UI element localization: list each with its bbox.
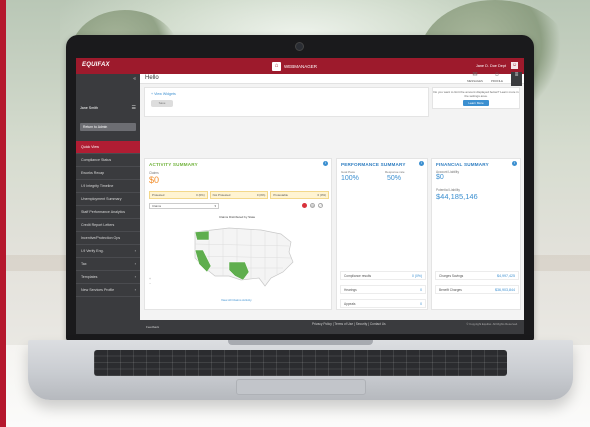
goal-pace-label: Goal Pace [341,170,356,174]
more-icon: ≡ [514,72,519,78]
map-tools: ⚙ ⤢ [302,203,323,208]
claims-value: $0 [149,175,160,185]
save-widgets-button[interactable]: Save [151,100,173,107]
sidebar-item-quick-view[interactable]: Quick View [76,141,140,154]
sidebar-item-templates[interactable]: Templates › [76,271,140,284]
potential-liability-value: $44,185,146 [436,192,478,201]
performance-summary-title: PERFORMANCE SUMMARY [341,162,406,167]
response-rate-value: 50% [387,175,402,182]
user-menu[interactable]: Jane D. Doe Dept ☺ [476,62,518,69]
info-icon[interactable]: i [512,161,517,166]
sidebar-item-tax[interactable]: Tax › [76,258,140,271]
brand-logo[interactable]: EQUIFAX [82,62,110,68]
sidebar-item-compliance-status[interactable]: Compliance Status [76,154,140,167]
chip-protestable[interactable]: Protestable 0 (0%) [270,191,330,199]
page-title: Hello [145,75,159,81]
response-rate-label: Response rate [385,170,405,174]
footer-links[interactable]: Privacy Policy | Terms of Use | Security… [312,322,386,326]
chevron-right-icon: › [134,248,136,253]
benefit-charges-row[interactable]: Benefit Charges $36,903,844 [435,285,519,294]
view-widgets-link[interactable]: + View Widgets [151,92,176,96]
sidebar-item-eworks-recap[interactable]: Eworks Recap [76,167,140,180]
chevron-right-icon: › [134,287,136,292]
performance-summary-panel: PERFORMANCE SUMMARY i Goal Pace 100% Res… [336,158,428,310]
notice-text: Do you want to limit the amount displaye… [433,90,519,98]
compliance-results-row[interactable]: Compliance results 0 (0%) [340,271,426,280]
chip-not-protested[interactable]: Not Protested 0 (0%) [209,191,269,199]
more-button[interactable]: ≡ [511,72,522,86]
sidebar-item-unemployment-summary[interactable]: Unemployment Summary [76,193,140,206]
limit-notice: Do you want to limit the amount displaye… [432,87,520,109]
copyright-text: © Copyright Equifax. All Rights Reserved… [466,322,518,326]
laptop-hinge [228,340,373,345]
laptop-screen: EQUIFAX ⌂ WEBMANAGER Jane D. Doe Dept ☺ … [76,58,524,334]
sidebar-item-new-services[interactable]: New Services Profile › [76,284,140,297]
info-icon[interactable]: i [323,161,328,166]
user-label: Jane D. Doe Dept [475,63,506,68]
us-claims-map[interactable] [189,222,299,290]
account-liability-value: $0 [436,174,444,181]
product-switcher[interactable]: ⌂ WEBMANAGER [272,61,317,71]
sidebar: « Jane Smith ☰ Return to Admin Quick Vie… [76,74,140,334]
record-icon[interactable] [302,203,307,208]
expand-icon[interactable]: ⤢ [318,203,323,208]
activity-summary-title: ACTIVITY SUMMARY [149,162,198,167]
us-map-state-washington [194,230,210,241]
laptop-lid: EQUIFAX ⌂ WEBMANAGER Jane D. Doe Dept ☺ … [66,35,534,341]
sidebar-item-staff-analytics[interactable]: Staff Performance Analytics [76,206,140,219]
map-zoom-controls[interactable]: + − [149,277,151,287]
learn-more-button[interactable]: Learn More [463,100,489,106]
webcam [295,42,304,51]
map-caption: Claims Distributed by State [219,215,256,219]
user-settings-icon[interactable]: ☰ [132,105,136,111]
settings-icon[interactable]: ⚙ [310,203,315,208]
sidebar-item-i9-verify[interactable]: I-9 Verify Eng. › [76,245,140,258]
messages-icon: ✉ [472,72,478,78]
collapse-sidebar-icon[interactable]: « [133,76,136,82]
chip-protested[interactable]: Protested 0 (0%) [149,191,208,199]
header-actions: ✉ MESSAGES ☺ PROFILE ≡ [467,72,522,86]
widgets-bar: + View Widgets Save [144,87,429,117]
red-edge-strip [0,0,6,427]
info-icon[interactable]: i [419,161,424,166]
sidebar-user-name: Jane Smith [80,106,98,110]
messages-button[interactable]: ✉ MESSAGES [467,72,483,83]
trackpad [236,379,366,395]
sidebar-item-credit-letters[interactable]: Credit Report Letters [76,219,140,232]
profile-button[interactable]: ☺ PROFILE [489,72,505,83]
charges-savings-row[interactable]: Charges Savings $4,997,425 [435,271,519,280]
appeals-row[interactable]: Appeals 0 [340,299,426,308]
profile-icon: ☺ [493,72,501,78]
app-top-bar: EQUIFAX ⌂ WEBMANAGER Jane D. Doe Dept ☺ [76,58,524,74]
app-footer: Feedback Privacy Policy | Terms of Use |… [140,320,524,334]
activity-summary-panel: ACTIVITY SUMMARY i Claims $0 Protested 0 … [144,158,332,310]
view-all-claims-link[interactable]: View All Claims Activity [221,298,252,302]
financial-summary-panel: FINANCIAL SUMMARY i Account Liability $0… [431,158,521,310]
keyboard [94,350,507,376]
goal-pace-value: 100% [341,175,359,182]
claims-type-select[interactable]: Claims ▾ [149,203,219,209]
hearings-row[interactable]: Hearings 0 [340,285,426,294]
financial-summary-title: FINANCIAL SUMMARY [436,162,489,167]
chevron-right-icon: › [134,261,136,266]
sidebar-item-incentive-ops[interactable]: Incentive/Protection Ops [76,232,140,245]
return-to-admin-button[interactable]: Return to Admin [80,123,136,131]
product-name: WEBMANAGER [284,63,318,69]
laptop-base [28,340,573,400]
chevron-right-icon: › [134,274,136,279]
sidebar-item-i9-timeline[interactable]: I-9 Integrity Timeline [76,180,140,193]
chevron-down-icon: ▾ [214,204,216,208]
claim-status-chips: Protested 0 (0%) Not Protested 0 (0%) Prot… [149,191,330,199]
user-avatar-icon[interactable]: ☺ [511,62,518,69]
sidebar-nav: Quick View Compliance Status Eworks Reca… [76,141,140,297]
feedback-link[interactable]: Feedback [146,325,159,329]
home-icon: ⌂ [272,61,281,71]
page-header: Hello ✉ MESSAGES ☺ PROFILE ≡ [140,72,524,86]
